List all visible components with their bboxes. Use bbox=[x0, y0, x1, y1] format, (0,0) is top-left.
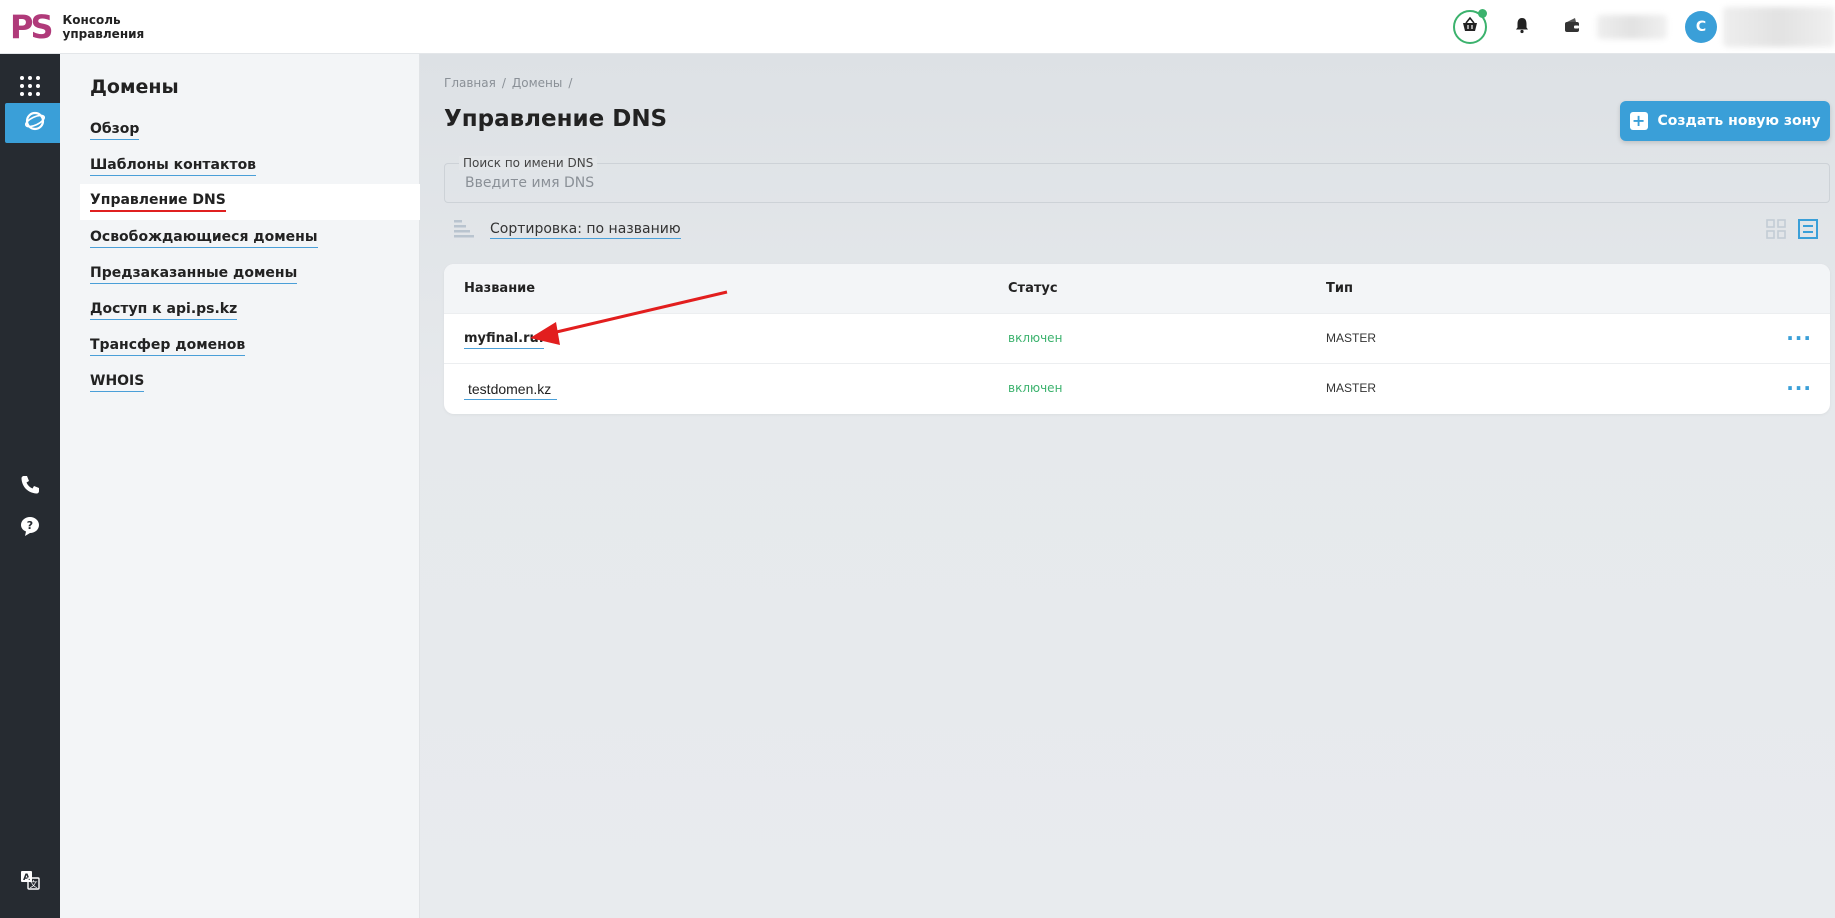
balance-amount bbox=[1597, 15, 1667, 39]
zone-status: включен bbox=[1008, 331, 1063, 345]
sidebar-item-label: Обзор bbox=[90, 121, 140, 140]
breadcrumb-separator: / bbox=[501, 76, 506, 90]
table-row: testdomen.kz включен MASTER ··· bbox=[444, 363, 1830, 413]
search-input[interactable] bbox=[445, 164, 1829, 202]
plus-icon: + bbox=[1629, 112, 1648, 130]
sidebar-item-expiring-domains[interactable]: Освобождающиеся домены bbox=[60, 220, 420, 256]
zone-name-link[interactable]: myfinal.ru. bbox=[464, 331, 544, 349]
sidebar-item-label: Шаблоны контактов bbox=[90, 157, 257, 176]
sidebar-item-label: Трансфер доменов bbox=[90, 337, 246, 356]
dns-zones-table: Название Статус Тип myfinal.ru. включен … bbox=[444, 264, 1830, 414]
logo[interactable]: PS Консоль управления bbox=[10, 9, 144, 45]
top-header: PS Консоль управления С bbox=[0, 0, 1835, 54]
translate-icon: A文 bbox=[19, 869, 41, 895]
table-header: Название Статус Тип bbox=[444, 264, 1830, 313]
sort-toggle[interactable]: Сортировка: по названию bbox=[490, 221, 681, 239]
list-view-icon[interactable] bbox=[1798, 219, 1818, 243]
notifications-button[interactable] bbox=[1505, 10, 1539, 44]
wallet-icon bbox=[1563, 16, 1581, 38]
cart-status-dot bbox=[1478, 9, 1487, 18]
cart-button[interactable] bbox=[1453, 9, 1487, 44]
breadcrumb-home[interactable]: Главная bbox=[444, 76, 496, 90]
column-header-name: Название bbox=[464, 281, 536, 296]
zone-type: MASTER bbox=[1326, 331, 1377, 345]
breadcrumb-domains[interactable]: Домены bbox=[512, 76, 562, 90]
page-title: Управление DNS bbox=[444, 106, 668, 132]
main-content: Главная / Домены / Управление DNS + Создать… bbox=[420, 54, 1835, 918]
column-header-type: Тип bbox=[1326, 281, 1353, 296]
sort-bar: Сортировка: по названию bbox=[444, 215, 1830, 245]
zone-type: MASTER bbox=[1326, 381, 1377, 395]
help-icon: ? bbox=[19, 515, 41, 541]
basket-icon bbox=[1461, 16, 1479, 38]
sidebar-nav: Обзор Шаблоны контактов Управление DNS О… bbox=[60, 112, 420, 400]
create-zone-label: Создать новую зону bbox=[1657, 113, 1821, 129]
svg-text:文: 文 bbox=[30, 879, 38, 889]
grid-view-icon[interactable] bbox=[1766, 219, 1786, 243]
sidebar-item-label: Освобождающиеся домены bbox=[90, 229, 318, 248]
app-rail: ? A文 bbox=[0, 54, 65, 918]
header-actions: С bbox=[1453, 0, 1835, 54]
table-row: myfinal.ru. включен MASTER ··· bbox=[444, 313, 1830, 363]
rail-item-language[interactable]: A文 bbox=[0, 862, 60, 902]
zone-status: включен bbox=[1008, 381, 1063, 395]
sidebar-item-api-access[interactable]: Доступ к api.ps.kz bbox=[60, 292, 420, 328]
logo-line-1: Консоль bbox=[62, 13, 121, 27]
breadcrumb: Главная / Домены / bbox=[444, 76, 578, 90]
rail-item-domains[interactable] bbox=[5, 103, 65, 143]
more-options-icon[interactable]: ··· bbox=[1786, 326, 1812, 350]
account-name[interactable] bbox=[1723, 7, 1835, 47]
balance-button[interactable] bbox=[1555, 10, 1589, 44]
sidebar-item-dns-management[interactable]: Управление DNS bbox=[80, 184, 420, 220]
svg-text:?: ? bbox=[27, 519, 33, 532]
phone-icon bbox=[19, 474, 41, 500]
logo-text: Консоль управления bbox=[63, 13, 145, 41]
sidebar-item-whois[interactable]: WHOIS bbox=[60, 364, 420, 400]
rail-item-phone[interactable] bbox=[0, 467, 60, 507]
sidebar-item-domain-transfer[interactable]: Трансфер доменов bbox=[60, 328, 420, 364]
apps-menu-button[interactable] bbox=[0, 68, 60, 108]
sidebar-item-preordered-domains[interactable]: Предзаказанные домены bbox=[60, 256, 420, 292]
avatar[interactable]: С bbox=[1685, 11, 1717, 43]
create-zone-button[interactable]: + Создать новую зону bbox=[1620, 101, 1830, 141]
rail-item-help[interactable]: ? bbox=[0, 508, 60, 548]
sort-lines-icon[interactable] bbox=[454, 219, 474, 243]
more-options-icon[interactable]: ··· bbox=[1786, 376, 1812, 400]
breadcrumb-separator: / bbox=[568, 76, 573, 90]
zone-name-link[interactable]: testdomen.kz bbox=[464, 381, 558, 400]
sidebar-item-label: Предзаказанные домены bbox=[90, 265, 298, 284]
bell-icon bbox=[1513, 16, 1531, 38]
sidebar-item-label: Доступ к api.ps.kz bbox=[90, 301, 238, 320]
sidebar-item-label: WHOIS bbox=[90, 373, 145, 392]
logo-mark: PS bbox=[10, 8, 53, 46]
column-header-status: Статус bbox=[1008, 281, 1058, 296]
grid-dots-icon bbox=[19, 75, 41, 101]
search-field: Поиск по имени DNS bbox=[444, 156, 1830, 203]
sidebar-title: Домены bbox=[90, 76, 179, 98]
globe-icon bbox=[24, 110, 46, 136]
sidebar-item-label: Управление DNS bbox=[90, 192, 226, 212]
sidebar-item-contact-templates[interactable]: Шаблоны контактов bbox=[60, 148, 420, 184]
section-sidebar: Домены Обзор Шаблоны контактов Управлени… bbox=[60, 54, 420, 918]
logo-line-2: управления bbox=[62, 27, 145, 41]
sidebar-item-overview[interactable]: Обзор bbox=[60, 112, 420, 148]
